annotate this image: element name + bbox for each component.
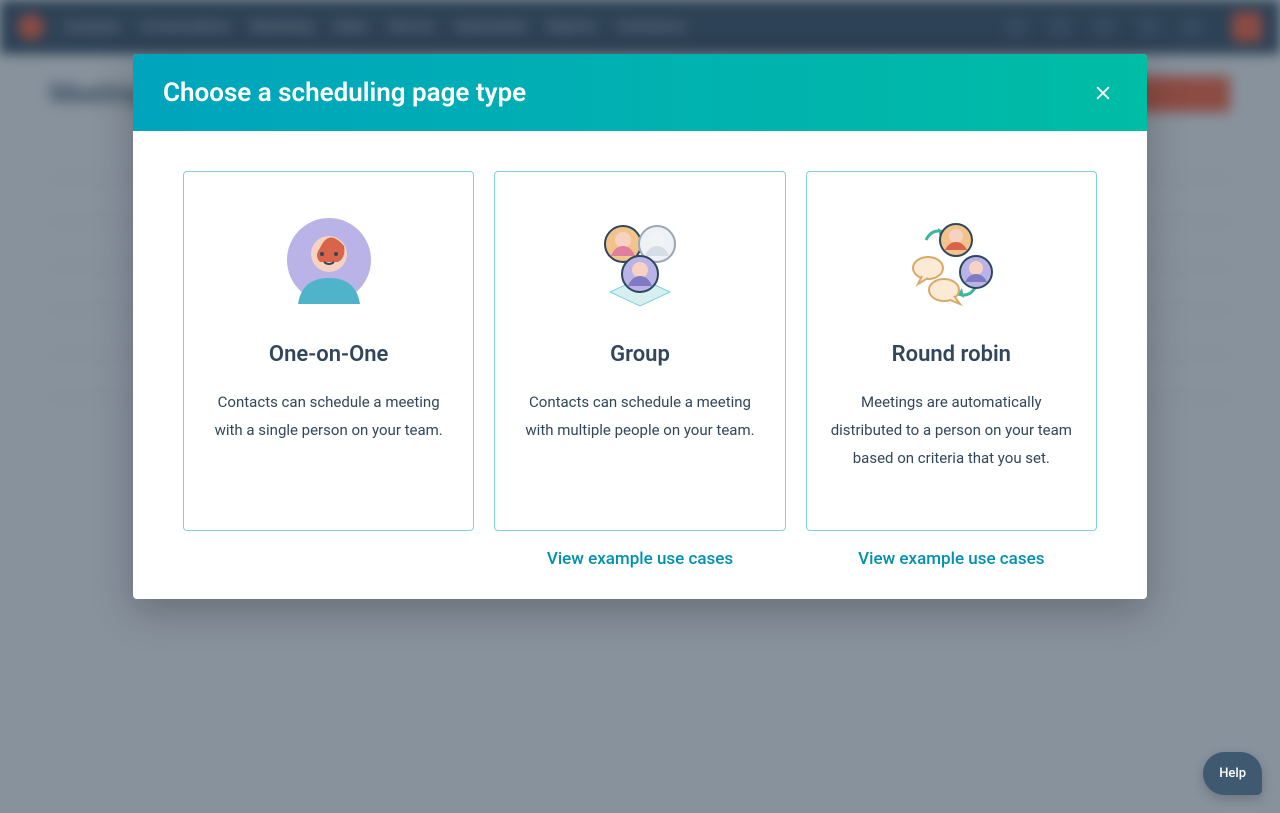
help-label: Help <box>1219 766 1246 781</box>
option-card-one-on-one[interactable]: One-on-One Contacts can schedule a meeti… <box>183 171 474 531</box>
one-on-one-illustration-icon <box>284 218 374 308</box>
option-card-group[interactable]: Group Contacts can schedule a meeting wi… <box>494 171 785 531</box>
option-column-one-on-one: One-on-One Contacts can schedule a meeti… <box>183 171 474 569</box>
close-icon <box>1093 83 1113 103</box>
modal-title: Choose a scheduling page type <box>163 78 1089 108</box>
help-widget[interactable]: Help <box>1203 752 1262 795</box>
option-title: Round robin <box>892 342 1011 367</box>
view-use-cases-link-group[interactable]: View example use cases <box>547 549 733 569</box>
round-robin-illustration-icon <box>906 218 996 308</box>
option-description: Contacts can schedule a meeting with mul… <box>513 389 766 445</box>
close-button[interactable] <box>1089 79 1117 107</box>
option-column-round-robin: Round robin Meetings are automatically d… <box>806 171 1097 569</box>
scheduling-type-modal: Choose a scheduling page type <box>133 54 1147 599</box>
modal-body: One-on-One Contacts can schedule a meeti… <box>133 131 1147 599</box>
view-use-cases-link-round-robin[interactable]: View example use cases <box>858 549 1044 569</box>
option-title: Group <box>610 342 670 367</box>
option-description: Contacts can schedule a meeting with a s… <box>202 389 455 445</box>
option-description: Meetings are automatically distributed t… <box>825 389 1078 472</box>
group-illustration-icon <box>595 218 685 308</box>
option-card-round-robin[interactable]: Round robin Meetings are automatically d… <box>806 171 1097 531</box>
option-column-group: Group Contacts can schedule a meeting wi… <box>494 171 785 569</box>
modal-header: Choose a scheduling page type <box>133 54 1147 131</box>
option-title: One-on-One <box>269 342 388 367</box>
